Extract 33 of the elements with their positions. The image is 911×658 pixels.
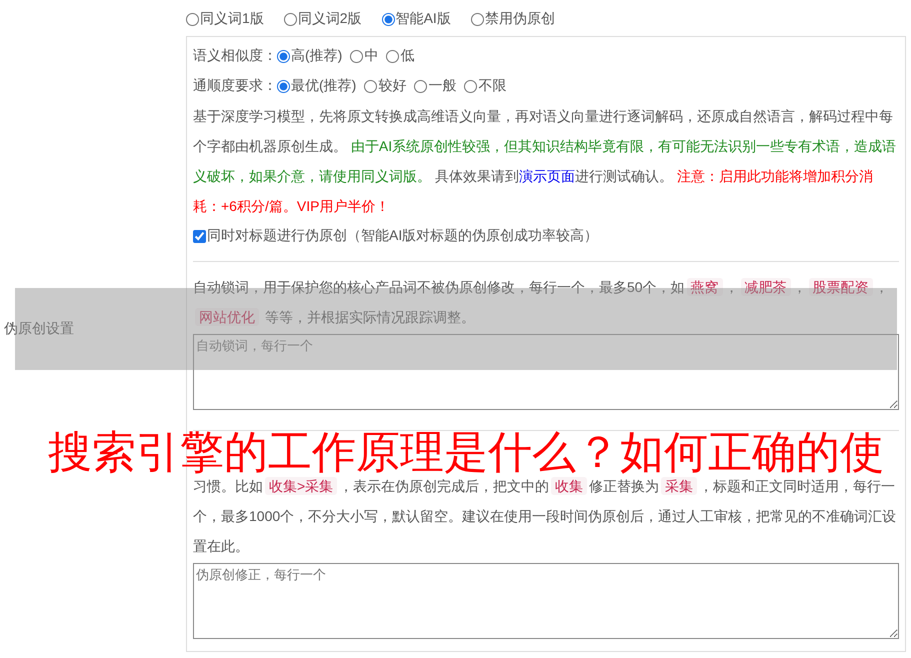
radio-button[interactable] — [386, 50, 400, 62]
radio-button[interactable] — [277, 80, 290, 92]
radio-button[interactable] — [382, 12, 395, 26]
radio-label: 不限 — [478, 77, 506, 95]
description-text: 基于深度学习模型，先将原文转换成高维语义向量，再对语义向量进行逐词解码，还原成自然语言，解码过程中每个字都由机器原创生成。 由于AI系统原创性较强，但其知识结构毕竟有限，有可能无法识别一些专有术语，造成语义破坏，如果介意，请使用同义词版。 具体效果请到演示页面进行测试确认。 注意：启用此功能将增加积分消耗：+6积分/篇。VIP用户半价！ — [193, 107, 898, 216]
radio-button[interactable] — [277, 50, 290, 62]
checkbox-label: 同时对标题进行伪原创（智能AI版对标题的伪原创成功率较高） — [207, 227, 598, 245]
radio-button[interactable] — [350, 50, 364, 62]
radio-label: 较好 — [378, 77, 406, 95]
radio-button[interactable] — [186, 12, 199, 26]
checkbox[interactable] — [193, 230, 206, 242]
radio-label: 最优(推荐) — [291, 77, 356, 95]
description-text: 习惯。比如 收集>采集 ，表示在伪原创完成后，把文中的 收集 修正替换为 采集 ，标题和正文同时适用，每行一个，最多1000个，不分大小写，默认留空。建议在使用一段时间伪原创后，通过人工审核，把常见的不准确词汇设置在此。 — [193, 476, 898, 556]
radio-label: 禁用伪原创 — [484, 10, 555, 28]
radio-label: 同义词1版 — [200, 10, 264, 28]
section-label: 伪原创设置 — [4, 320, 74, 338]
input-field[interactable]: 自动锁词，每行一个 — [193, 334, 899, 410]
radio-label: 低 — [400, 47, 414, 65]
field-label: 语义相似度： — [193, 47, 277, 65]
description-text: 自动锁词，用于保护您的核心产品词不被伪原创修改，每行一个，最多50个，如 燕窝 ， 减肥茶 ， 股票配资 ， 网站优化 等等，并根据实际情况跟踪调整。 — [193, 277, 890, 328]
radio-button[interactable] — [284, 12, 297, 26]
demo-link[interactable]: 演示页面 — [518, 168, 575, 184]
radio-label: 智能AI版 — [396, 10, 451, 28]
radio-label: 一般 — [428, 77, 456, 95]
radio-label: 同义词2版 — [298, 10, 362, 28]
radio-button[interactable] — [470, 12, 484, 26]
radio-label: 高(推荐) — [291, 47, 342, 65]
radio-label: 中 — [364, 47, 378, 65]
field-label: 通顺度要求： — [193, 77, 277, 95]
radio-button[interactable] — [414, 80, 428, 92]
input-field[interactable]: 伪原创修正，每行一个 — [193, 563, 899, 639]
radio-button[interactable] — [464, 80, 478, 92]
radio-button[interactable] — [364, 80, 378, 92]
